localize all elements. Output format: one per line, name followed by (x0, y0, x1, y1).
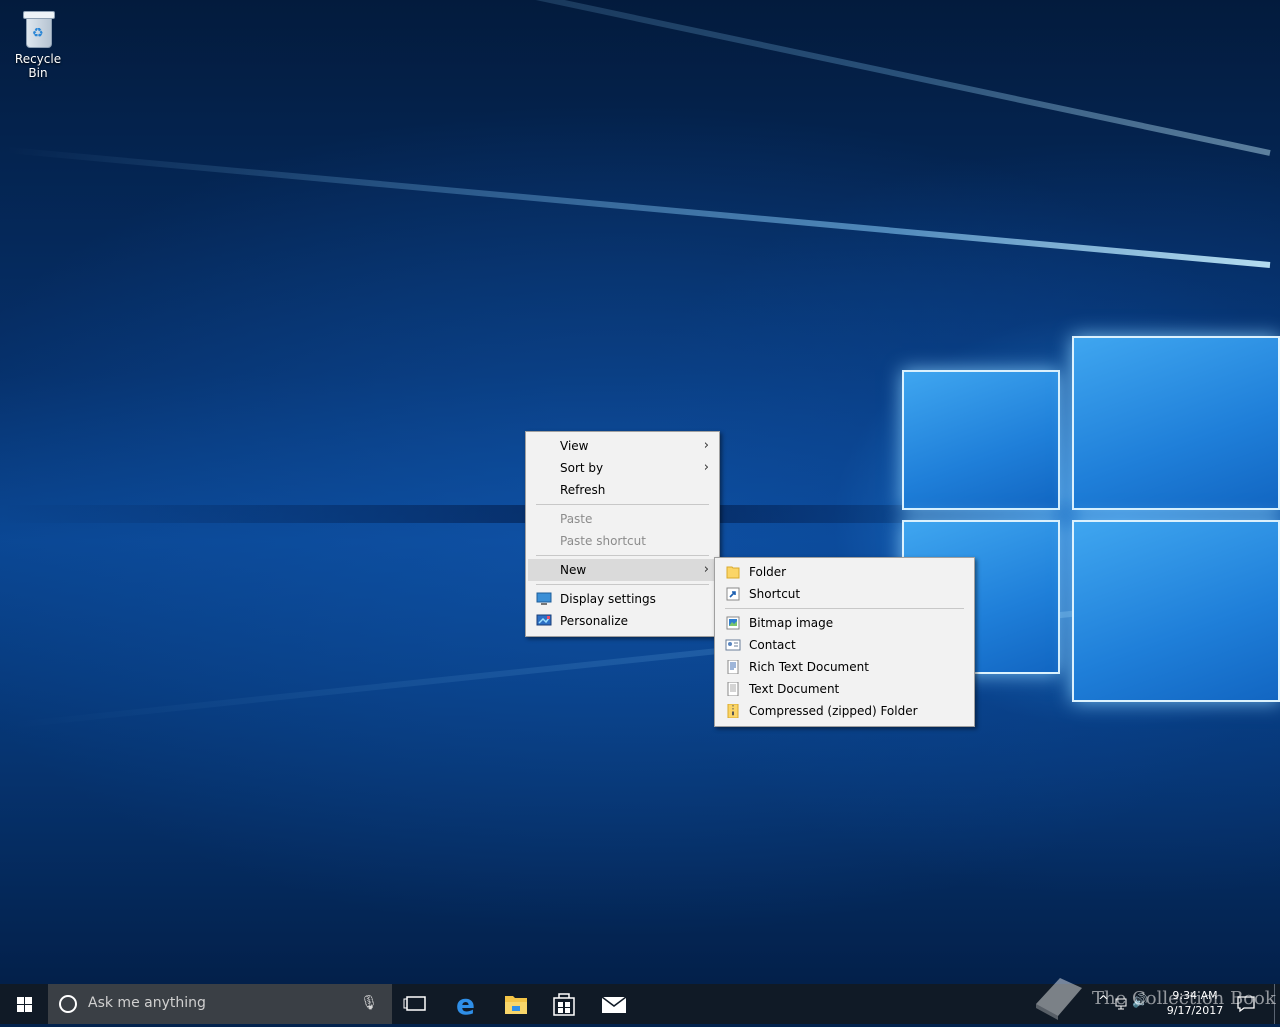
store-icon (553, 993, 575, 1016)
menu-item-label: Personalize (560, 614, 629, 628)
submenu-item-label: Shortcut (749, 587, 801, 601)
menu-item-refresh[interactable]: Refresh (528, 479, 717, 501)
menu-item-label: Paste (560, 512, 593, 526)
start-button[interactable] (0, 984, 48, 1024)
submenu-item-label: Folder (749, 565, 787, 579)
book-icon (1036, 978, 1082, 1020)
edge-button[interactable]: e (443, 984, 491, 1024)
mail-button[interactable] (590, 984, 638, 1024)
windows-logo-pane (1072, 336, 1280, 510)
menu-item-view[interactable]: View › (528, 435, 717, 457)
submenu-item-rich-text-document[interactable]: Rich Text Document (717, 656, 972, 678)
personalize-icon (536, 614, 552, 626)
menu-item-label: Refresh (560, 483, 606, 497)
folder-icon (726, 566, 740, 579)
light-beam (27, 0, 1271, 156)
submenu-item-label: Compressed (zipped) Folder (749, 704, 918, 718)
cortana-icon (59, 995, 77, 1013)
menu-separator (536, 584, 709, 585)
microphone-icon[interactable]: 🎙 (360, 995, 378, 1011)
cortana-search-box[interactable]: Ask me anything 🎙 (48, 984, 392, 1024)
menu-separator (536, 555, 709, 556)
desktop-context-menu: View › Sort by › Refresh Paste Paste sho… (525, 431, 720, 637)
submenu-item-shortcut[interactable]: Shortcut (717, 583, 972, 605)
svg-text:e: e (456, 988, 475, 1021)
menu-separator (725, 608, 964, 609)
rich-text-document-icon (727, 660, 739, 674)
menu-item-paste: Paste (528, 508, 717, 530)
watermark-text: The Collection Book (1092, 988, 1276, 1009)
menu-separator (536, 504, 709, 505)
submenu-item-label: Contact (749, 638, 796, 652)
submenu-item-bitmap-image[interactable]: Bitmap image (717, 612, 972, 634)
menu-item-label: Display settings (560, 592, 656, 606)
submenu-item-label: Rich Text Document (749, 660, 869, 674)
windows-logo-pane (1072, 520, 1280, 702)
task-view-button[interactable] (392, 984, 440, 1024)
menu-item-new[interactable]: New › (528, 559, 717, 581)
chevron-right-icon: › (703, 562, 709, 577)
store-button[interactable] (540, 984, 588, 1024)
menu-item-label: View (560, 439, 589, 453)
chevron-right-icon: › (703, 438, 709, 453)
light-beam (4, 146, 1271, 268)
menu-item-paste-shortcut: Paste shortcut (528, 530, 717, 552)
recycle-bin-icon: ♻ (20, 8, 56, 48)
contact-icon (725, 639, 741, 651)
desktop-icon-label: Recycle Bin (14, 52, 62, 80)
submenu-item-label: Text Document (749, 682, 840, 696)
menu-item-display-settings[interactable]: Display settings (528, 588, 717, 610)
zipped-folder-icon (727, 704, 739, 718)
shortcut-icon (726, 587, 740, 601)
menu-item-label: Sort by (560, 461, 604, 475)
menu-item-label: New (560, 563, 587, 577)
display-settings-icon (536, 592, 552, 605)
text-document-icon (727, 682, 739, 696)
windows-logo-pane (902, 370, 1060, 510)
file-explorer-button[interactable] (492, 984, 540, 1024)
windows-logo-icon (17, 997, 32, 1012)
menu-item-personalize[interactable]: Personalize (528, 610, 717, 632)
task-view-icon (403, 996, 426, 1011)
submenu-item-text-document[interactable]: Text Document (717, 678, 972, 700)
submenu-item-compressed-folder[interactable]: Compressed (zipped) Folder (717, 700, 972, 722)
new-submenu: Folder Shortcut Bitmap image Contact Ric… (714, 557, 975, 727)
submenu-item-contact[interactable]: Contact (717, 634, 972, 656)
file-explorer-icon (505, 996, 527, 1014)
mail-icon (601, 996, 627, 1013)
search-placeholder: Ask me anything (88, 995, 206, 1011)
submenu-item-folder[interactable]: Folder (717, 561, 972, 583)
desktop-icon-recycle-bin[interactable]: ♻ Recycle Bin (6, 8, 70, 80)
edge-icon: e (456, 988, 475, 1021)
menu-item-label: Paste shortcut (560, 534, 646, 548)
chevron-right-icon: › (703, 460, 709, 475)
watermark: The Collection Book (1030, 972, 1276, 1022)
menu-item-sort-by[interactable]: Sort by › (528, 457, 717, 479)
submenu-item-label: Bitmap image (749, 616, 834, 630)
bitmap-image-icon (726, 616, 740, 630)
